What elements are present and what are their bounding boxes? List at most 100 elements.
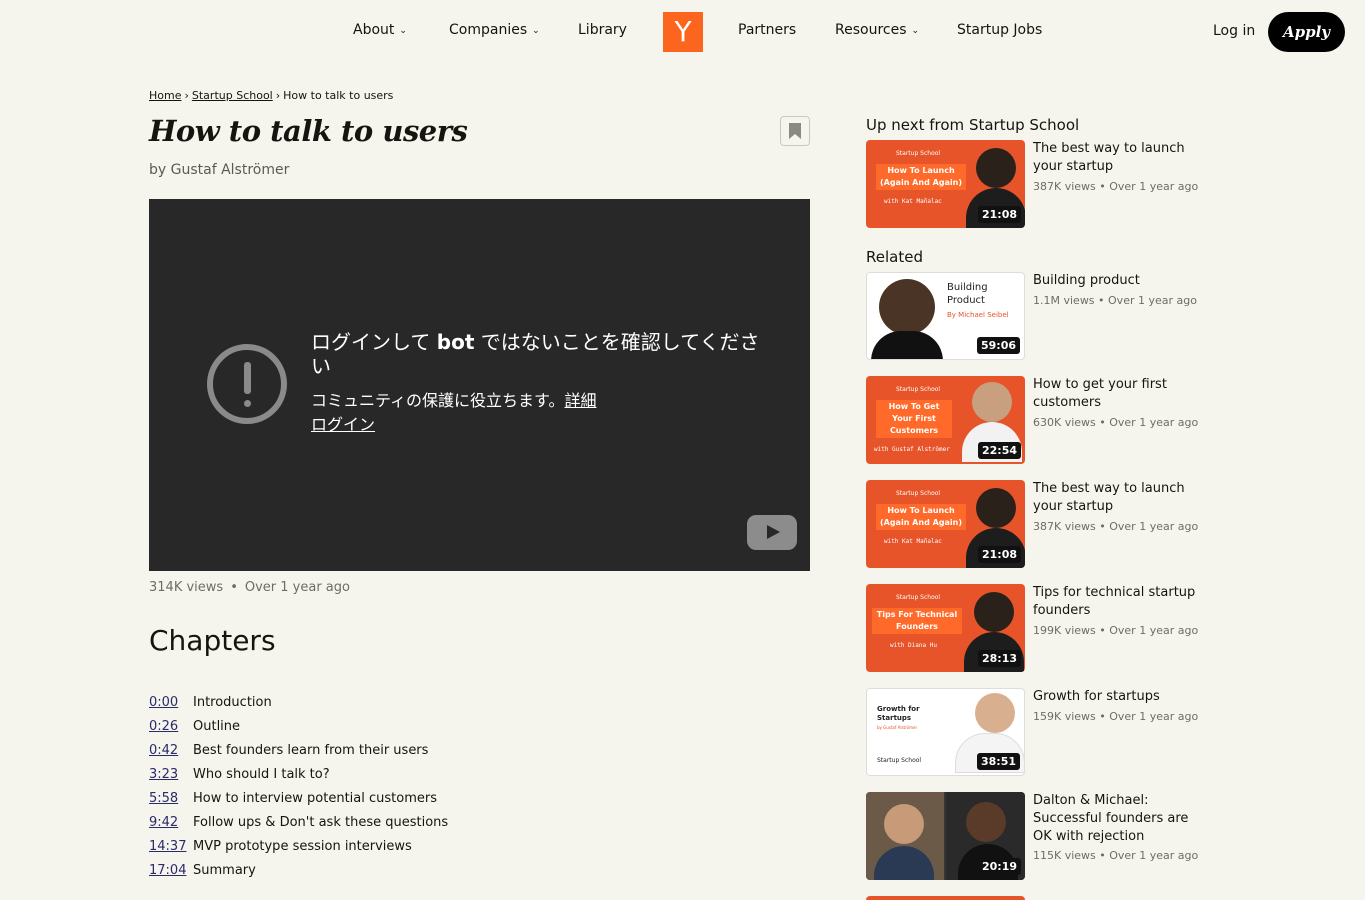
chapter-timestamp[interactable]: 0:26 [149,719,193,734]
breadcrumb-startup-school[interactable]: Startup School [192,89,273,102]
up-next-heading: Up next from Startup School [866,116,1080,134]
nav-about-label: About [353,22,395,38]
duration-badge: 28:13 [977,650,1021,667]
chapter-item: 0:42 Best founders learn from their users [149,743,448,767]
login-link[interactable]: Log in [1213,23,1255,39]
nav-partners[interactable]: Partners [738,22,796,38]
card-title: How to get your first customers [1033,377,1167,410]
video-thumbnail: Startup School How To Get Your First Cus… [866,376,1025,464]
chapters-list: 0:00 Introduction 0:26 Outline 0:42 Best fo… [149,695,448,887]
chapter-title: Best founders learn from their users [193,743,429,758]
breadcrumb-separator: › [275,89,281,102]
duration-badge: 59:06 [976,337,1020,354]
nav-resources-label: Resources [835,22,907,38]
youtube-play-icon[interactable] [747,515,797,550]
chevron-down-icon: ⌄ [532,26,540,36]
meta-dot: • [230,580,238,595]
video-error-message: ログインして bot ではないことを確認してください [311,330,761,378]
card-title: Building product [1033,273,1140,288]
yc-logo[interactable]: Y [663,12,703,52]
duration-badge: 20:19 [977,858,1021,875]
apply-button[interactable]: Apply [1268,12,1345,52]
related-heading: Related [866,248,923,266]
next-thumbnail-partial [866,896,1025,900]
thumb-with: with Kat Mañalac [884,198,942,205]
presenter-head [974,592,1014,632]
bookmark-button[interactable] [780,116,810,146]
breadcrumb-current: How to talk to users [283,89,394,102]
related-card[interactable]: Startup School How To Get Your First Cus… [866,376,1199,464]
video-thumbnail: Growth for Startups by Gustaf Alströmer … [866,688,1025,776]
nav-resources[interactable]: Resources ⌄ [835,22,919,38]
nav-about[interactable]: About ⌄ [353,22,407,38]
video-thumbnail: Startup School Tips For Technical Founde… [866,584,1025,672]
card-meta: 1.1M views • Over 1 year ago [1033,294,1197,307]
chapter-item: 9:42 Follow ups & Don't ask these questio… [149,815,448,839]
video-login-link[interactable]: ログイン [311,415,375,434]
card-title: Tips for technical startup founders [1033,585,1196,618]
video-player[interactable]: ログインして bot ではないことを確認してください コミュニティの保護に役立ち… [149,199,810,571]
card-title: The best way to launch your startup [1033,141,1185,174]
card-meta: 387K views • Over 1 year ago [1033,180,1199,193]
breadcrumb: Home › Startup School › How to talk to users [149,89,393,102]
thumb-with: by Gustaf Alströmer [877,725,918,730]
details-link[interactable]: 詳細 [564,391,596,410]
chapter-timestamp[interactable]: 14:37 [149,839,193,854]
video-sub-text: コミュニティの保護に役立ちます。 [311,391,565,410]
breadcrumb-home[interactable]: Home [149,89,181,102]
presenter-head [976,488,1016,528]
thumb-headline: Tips For Technical Founders [872,608,962,634]
thumb-headline: Building Product [947,282,988,306]
video-meta: 314K views • Over 1 year ago [149,580,350,595]
related-card[interactable]: Growth for Startups by Gustaf Alströmer … [866,688,1199,776]
up-next-card[interactable]: Startup School How To Launch (Again And … [866,140,1199,228]
chapter-timestamp[interactable]: 3:23 [149,767,193,782]
chapter-title: MVP prototype session interviews [193,839,412,854]
chapter-timestamp[interactable]: 9:42 [149,815,193,830]
duration-badge: 22:54 [977,442,1021,459]
related-card[interactable]: Startup School How To Launch (Again And … [866,480,1199,568]
chevron-down-icon: ⌄ [911,26,920,36]
page-title: How to talk to users [149,114,468,148]
byline: by Gustaf Alströmer [149,162,290,178]
top-nav: About ⌄ Companies ⌄ Library Y Partners Res… [0,0,1365,64]
thumb-with: with Diana Hu [890,642,937,649]
card-meta: 387K views • Over 1 year ago [1033,520,1199,533]
related-card[interactable]: Building Product By Michael Seibel 59:06… [866,272,1197,360]
related-card[interactable]: 20:19 Dalton & Michael: Successful found… [866,792,1198,880]
card-meta: 630K views • Over 1 year ago [1033,416,1199,429]
chapter-timestamp[interactable]: 17:04 [149,863,193,878]
nav-startup-jobs[interactable]: Startup Jobs [957,22,1042,38]
chapter-timestamp[interactable]: 5:58 [149,791,193,806]
breadcrumb-separator: › [184,89,189,102]
chapter-timestamp[interactable]: 0:42 [149,743,193,758]
chapter-item: 14:37 MVP prototype session interviews [149,839,448,863]
chapter-item: 3:23 Who should I talk to? [149,767,448,791]
chapter-title: Introduction [193,695,272,710]
duration-badge: 38:51 [976,753,1020,770]
related-card[interactable]: Startup School Tips For Technical Founde… [866,584,1198,672]
thumb-with: By Michael Seibel [947,311,1009,319]
video-thumbnail: Startup School How To Launch (Again And … [866,140,1025,228]
thumb-tag: Startup School [896,490,941,497]
nav-companies-label: Companies [449,22,528,38]
video-thumbnail: Startup School How To Launch (Again And … [866,480,1025,568]
chapter-title: Follow ups & Don't ask these questions [193,815,449,830]
card-title: Dalton & Michael: Successful founders ar… [1033,793,1189,844]
video-thumbnail: Building Product By Michael Seibel 59:06 [866,272,1025,360]
video-thumbnail: 20:19 [866,792,1025,880]
video-sub-message: コミュニティの保護に役立ちます。詳細ログイン [311,389,651,437]
thumb-headline: How To Launch (Again And Again) [876,164,966,190]
card-meta: 159K views • Over 1 year ago [1033,710,1199,723]
chapter-timestamp[interactable]: 0:00 [149,695,193,710]
nav-library[interactable]: Library [578,22,627,38]
thumb-with: with Gustaf Alströmer [874,446,950,453]
presenter-head [976,148,1016,188]
nav-companies[interactable]: Companies ⌄ [449,22,540,38]
chapter-title: Outline [193,719,241,734]
presenter-head [884,804,924,844]
thumb-tag: Startup School [896,594,941,601]
chapter-item: 0:26 Outline [149,719,448,743]
chapter-title: Who should I talk to? [193,767,330,782]
thumb-headline: How To Launch (Again And Again) [876,504,966,530]
